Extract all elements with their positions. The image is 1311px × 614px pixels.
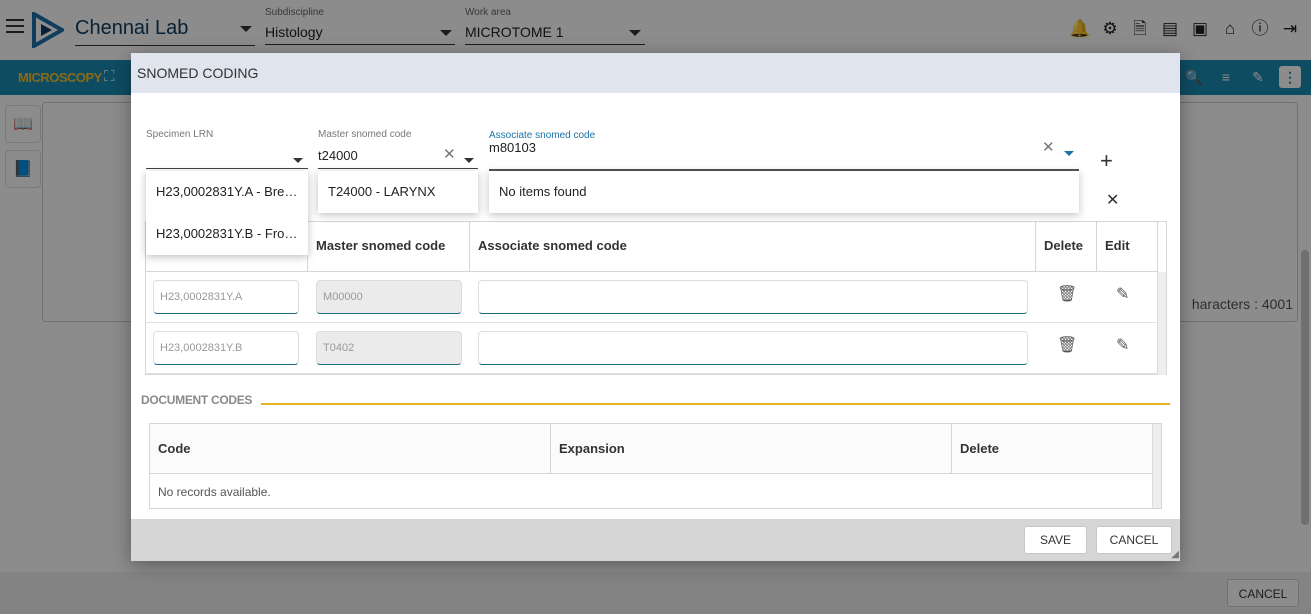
doc-header-delete: Delete — [952, 424, 1153, 474]
snomed-coding-dialog: SNOMED CODING Specimen LRN Master snomed… — [131, 53, 1180, 561]
master-code-label: Master snomed code — [318, 129, 412, 140]
clear-row-close-icon[interactable]: ✕ — [1106, 190, 1119, 210]
row-specimen-lrn-field[interactable]: H23,0002831Y.A — [153, 280, 299, 314]
resize-handle-icon[interactable]: ◢ — [1171, 549, 1179, 560]
table-scrollbar[interactable] — [1157, 272, 1166, 375]
specimen-option[interactable]: H23,0002831Y.B - Fro… — [146, 213, 308, 255]
specimen-lrn-underline — [146, 168, 308, 169]
dialog-title: SNOMED CODING — [137, 65, 259, 81]
edit-pencil-icon[interactable]: ✎ — [1116, 284, 1129, 304]
delete-trash-icon[interactable]: 🗑 — [1057, 335, 1077, 355]
associate-code-chevron-down-icon[interactable] — [1064, 151, 1074, 156]
row-associate-code-field[interactable] — [478, 280, 1028, 314]
specimen-lrn-dropdown: H23,0002831Y.A - Bre… H23,0002831Y.B - F… — [146, 171, 308, 255]
master-code-dropdown: T24000 - LARYNX — [318, 171, 478, 213]
no-items-found-text: No items found — [499, 184, 587, 199]
table-header-delete: Delete — [1036, 222, 1097, 272]
no-records-text: No records available. — [158, 485, 271, 499]
cancel-button[interactable]: CANCEL — [1096, 526, 1172, 554]
document-codes-table: Code Expansion Delete No records availab… — [149, 423, 1162, 509]
delete-trash-icon[interactable]: 🗑 — [1057, 284, 1077, 304]
document-codes-title: DOCUMENT CODES — [141, 393, 253, 407]
row-master-code-field: T0402 — [316, 331, 462, 365]
master-code-underline — [318, 168, 478, 169]
save-button[interactable]: SAVE — [1024, 526, 1087, 554]
associate-code-dropdown: No items found — [489, 171, 1079, 213]
master-code-option[interactable]: T24000 - LARYNX — [318, 171, 478, 213]
row-master-code-field: M00000 — [316, 280, 462, 314]
add-code-plus-icon[interactable]: + — [1100, 148, 1113, 174]
table-header-associate: Associate snomed code — [470, 222, 1036, 272]
master-code-chevron-down-icon[interactable] — [464, 158, 474, 163]
doc-header-code: Code — [150, 424, 551, 474]
specimen-lrn-label: Specimen LRN — [146, 129, 214, 140]
doc-table-scrollbar[interactable] — [1152, 424, 1161, 508]
doc-header-expansion: Expansion — [551, 424, 952, 474]
table-row: H23,0002831Y.A M00000 🗑 ✎ — [146, 272, 1158, 323]
master-code-input[interactable]: t24000 — [318, 148, 358, 163]
edit-pencil-icon[interactable]: ✎ — [1116, 335, 1129, 355]
table-row: H23,0002831Y.B T0402 🗑 ✎ — [146, 323, 1158, 374]
document-codes-divider — [261, 403, 1170, 405]
dialog-footer: SAVE CANCEL ◢ — [131, 519, 1180, 561]
row-specimen-lrn-field[interactable]: H23,0002831Y.B — [153, 331, 299, 365]
associate-code-clear-icon[interactable]: ✕ — [1042, 138, 1055, 156]
table-header-edit: Edit — [1097, 222, 1158, 272]
specimen-lrn-chevron-down-icon[interactable] — [293, 158, 303, 163]
table-header-master: Master snomed code — [308, 222, 470, 272]
specimen-option[interactable]: H23,0002831Y.A - Bre… — [146, 171, 308, 213]
associate-code-input[interactable]: m80103 — [489, 140, 536, 155]
dialog-header: SNOMED CODING — [131, 53, 1180, 93]
master-code-clear-icon[interactable]: ✕ — [443, 145, 456, 163]
row-associate-code-field[interactable] — [478, 331, 1028, 365]
